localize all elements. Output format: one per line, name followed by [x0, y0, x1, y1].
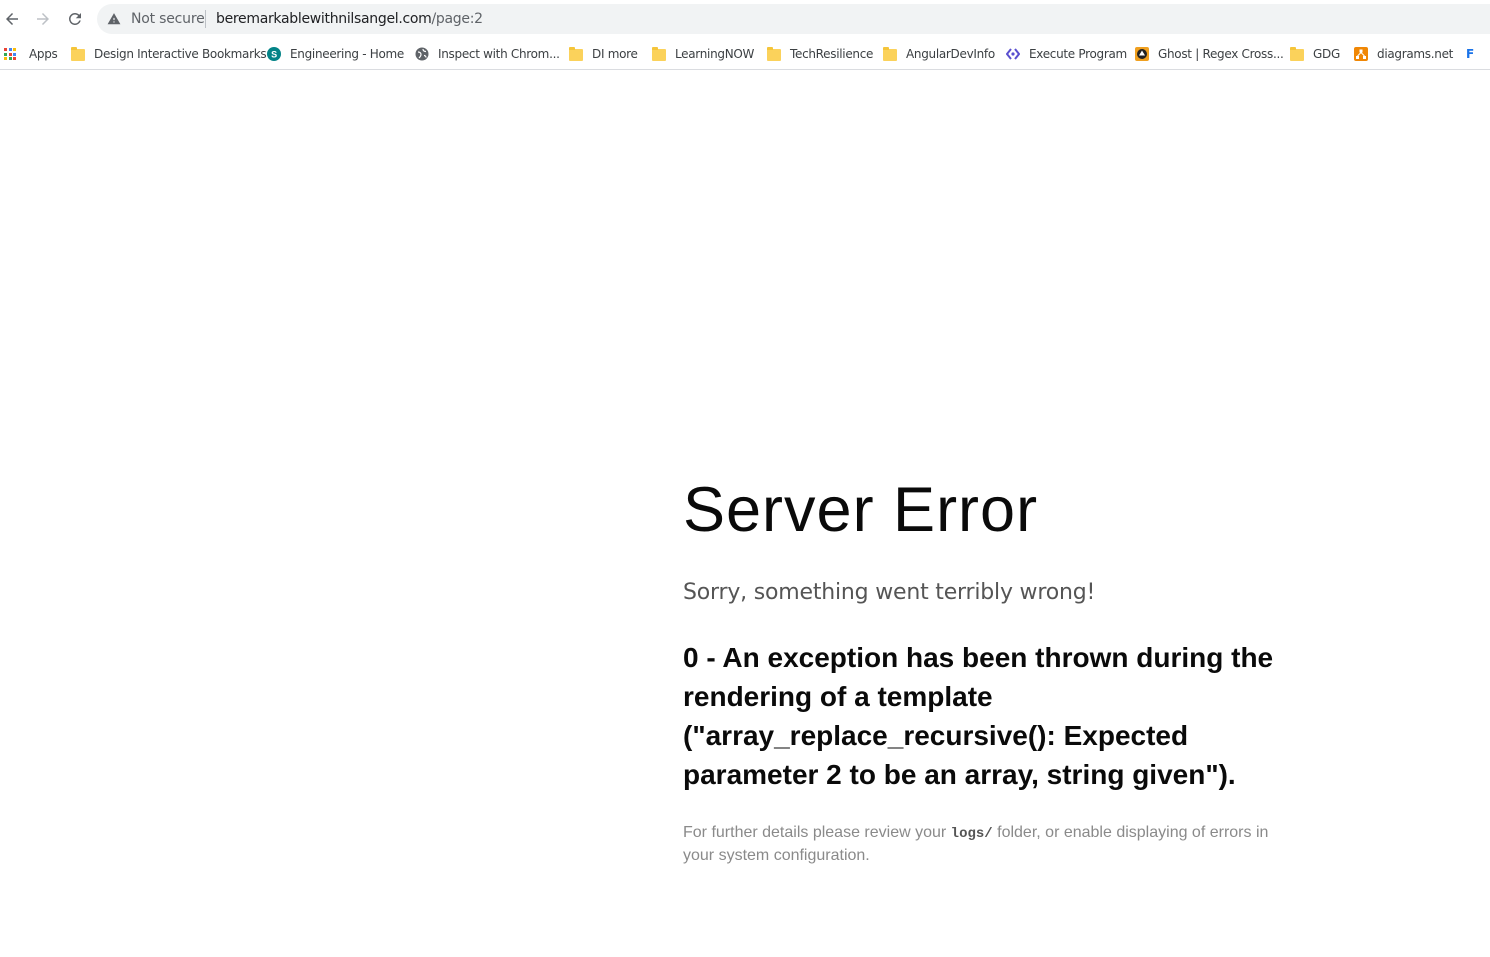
bookmark-label: AngularDevInfo [906, 47, 995, 61]
bookmark-design-interactive[interactable]: Design Interactive Bookmarks [71, 38, 267, 69]
error-subtitle: Sorry, something went terribly wrong! [683, 580, 1096, 605]
reload-icon [68, 12, 81, 25]
error-message: 0 - An exception has been thrown during … [683, 642, 1274, 790]
folder-icon [652, 47, 666, 61]
error-content: Server Error Sorry, something went terri… [683, 470, 1303, 867]
url-text[interactable]: beremarkablewithnilsangel.com/page:2 [216, 11, 483, 27]
bookmark-label: Execute Program [1029, 47, 1127, 61]
folder-icon [71, 47, 85, 61]
bookmarks-bar: Apps Design Interactive Bookmarks S Engi… [0, 38, 1490, 70]
folder-icon [1290, 47, 1304, 61]
folder-icon [883, 47, 897, 61]
bookmark-engineering-home[interactable]: S Engineering - Home [267, 38, 404, 69]
bookmark-overflow[interactable]: F [1466, 38, 1474, 69]
url-host: beremarkablewithnilsangel.com [216, 11, 432, 27]
note-text-before: For further details please review your [683, 824, 951, 841]
bookmark-label: DI more [592, 47, 638, 61]
bookmark-label: GDG [1313, 47, 1340, 61]
bookmark-label: Apps [29, 47, 58, 61]
forward-button[interactable] [31, 7, 55, 31]
globe-icon [415, 47, 429, 61]
bookmark-techresilience[interactable]: TechResilience [767, 38, 874, 69]
bookmark-ghost-regex[interactable]: Ghost | Regex Cross... [1135, 38, 1284, 69]
bookmark-di-more[interactable]: DI more [569, 38, 638, 69]
apps-grid-icon [4, 48, 16, 60]
sharepoint-icon: S [267, 47, 281, 61]
security-status-label[interactable]: Not secure [131, 11, 205, 27]
folder-icon [569, 47, 583, 61]
reload-button[interactable] [63, 7, 87, 31]
browser-toolbar: Not secure beremarkablewithnilsangel.com… [0, 0, 1490, 38]
logs-folder-code: logs/ [950, 826, 993, 842]
bookmark-label: Engineering - Home [290, 47, 404, 61]
bookmark-angulardevinfo[interactable]: AngularDevInfo [883, 38, 995, 69]
bookmark-label: F [1466, 47, 1474, 61]
bookmark-learningnow[interactable]: LearningNOW [652, 38, 755, 69]
regex-crossword-icon [1135, 47, 1149, 61]
back-button[interactable] [0, 7, 24, 31]
bookmark-label: TechResilience [790, 47, 874, 61]
warning-icon[interactable] [107, 12, 121, 26]
folder-icon [767, 47, 781, 61]
bookmark-diagrams-net[interactable]: diagrams.net [1354, 38, 1454, 69]
bookmark-label: diagrams.net [1377, 47, 1454, 61]
bookmark-label: Design Interactive Bookmarks [94, 47, 267, 61]
arrow-left-icon [6, 13, 18, 25]
url-path: /page:2 [431, 11, 484, 27]
bookmark-label: Inspect with Chrom... [438, 47, 560, 61]
bookmark-apps[interactable]: Apps [4, 38, 58, 69]
omnibox-divider [205, 10, 206, 28]
bookmark-execute-program[interactable]: Execute Program [1005, 38, 1127, 69]
bookmark-label: LearningNOW [675, 47, 755, 61]
arrow-right-icon [37, 13, 49, 25]
bookmark-gdg[interactable]: GDG [1290, 38, 1340, 69]
bookmark-label: Ghost | Regex Cross... [1158, 47, 1284, 61]
address-bar[interactable]: Not secure beremarkablewithnilsangel.com… [97, 4, 1490, 34]
error-details-note: For further details please review your l… [683, 822, 1283, 867]
diagrams-net-icon [1354, 47, 1368, 61]
execute-program-icon [1005, 47, 1021, 61]
error-title: Server Error [683, 475, 1039, 545]
svg-text:S: S [271, 50, 277, 60]
bookmark-inspect-chrome[interactable]: Inspect with Chrom... [415, 38, 560, 69]
